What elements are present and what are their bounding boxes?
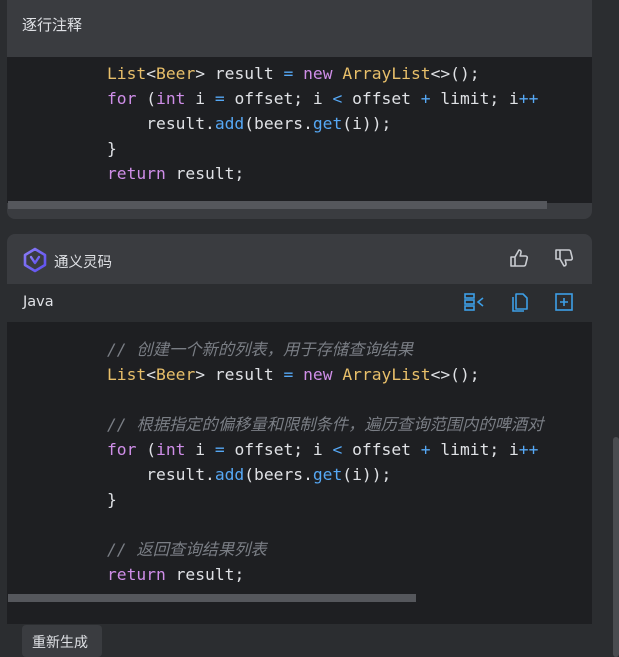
regenerate-label: 重新生成 [32,635,88,651]
code-token: = [283,64,294,83]
code-line: return result; [107,562,244,587]
tongyi-logo-icon [23,247,47,273]
code-token: > [195,64,215,83]
code-token: > [195,365,215,384]
code-token: (i)); [342,114,392,133]
code-token: new [303,365,333,384]
insert-diff-icon[interactable] [463,291,485,313]
code-token: limit; i [430,440,519,459]
code-line: // 根据指定的偏移量和限制条件，遍历查询范围内的啤酒对 [107,412,543,437]
code-token: return [107,164,166,183]
vertical-scrollbar[interactable] [613,437,619,657]
code-line: // 返回查询结果列表 [107,537,267,562]
code-token: ++ [518,89,539,108]
thumbs-down-icon[interactable] [553,247,575,269]
code-token: offset [342,440,421,459]
code-token: List [107,365,147,384]
code-token: ( [136,89,157,108]
code-token: < [146,365,157,384]
code-token: ArrayList [342,64,431,83]
code-token: result [214,365,284,384]
code-token: ArrayList [342,365,431,384]
code-token: = [214,89,225,108]
code-token: offset [342,89,421,108]
code-line: List<Beer> result = new ArrayList<>(); [107,362,480,387]
assistant-header: 通义灵码 [7,234,592,284]
code-token: ++ [518,440,539,459]
code-token: <>(); [430,64,480,83]
code-line: // 创建一个新的列表，用于存储查询结果 [107,337,413,362]
code-toolbar: Java [7,284,592,322]
code-token: for [107,440,137,459]
horizontal-scrollbar[interactable] [8,201,547,209]
code-token: i [185,89,215,108]
code-token: int [156,440,186,459]
code-token: result. [107,114,215,133]
assistant-name: 通义灵码 [54,255,112,271]
code-token: = [283,365,294,384]
code-token: limit; i [430,89,519,108]
code-token: get [312,465,343,484]
code-block[interactable]: // 创建一个新的列表，用于存储查询结果 List<Beer> result = … [7,322,592,604]
code-token: int [156,89,186,108]
code-token: List [107,64,147,83]
code-line: for (int i = offset; i < offset + limit;… [107,437,538,462]
code-token: // 创建一个新的列表，用于存储查询结果 [107,340,414,359]
code-token: Beer [156,365,196,384]
horizontal-scrollbar[interactable] [8,594,416,602]
code-token: offset; i [224,89,333,108]
previous-answer-card: 逐行注释 List<Beer> result = new ArrayList<>… [7,0,592,219]
code-token: result. [107,465,215,484]
code-token: < [332,89,343,108]
assistant-answer-card: 通义灵码 Java // 创建一个新的列表，用于存储查询结果 List<Beer>… [7,234,592,624]
card-title: 逐行注释 [22,16,83,34]
code-token: (beers. [244,465,313,484]
code-token: = [214,440,225,459]
code-token: result; [165,164,245,183]
code-token: result; [165,565,245,584]
code-line: for (int i = offset; i < offset + limit;… [107,86,538,111]
code-token: add [214,465,245,484]
code-token: + [420,440,431,459]
code-token: i [185,440,215,459]
code-line: result.add(beers.get(i)); [107,111,391,136]
code-line: } [107,136,117,161]
code-token: offset; i [224,440,333,459]
code-token: < [146,64,157,83]
card-header: 逐行注释 [7,0,592,56]
language-label: Java [23,294,54,310]
code-line: List<Beer> result = new ArrayList<>(); [107,61,480,86]
code-line: return result; [107,161,244,186]
regenerate-button[interactable]: 重新生成 [22,625,102,657]
insert-file-icon[interactable] [553,291,575,313]
code-token: ( [136,440,157,459]
code-token: < [332,440,343,459]
code-token: // 返回查询结果列表 [107,540,267,559]
code-token: add [214,114,245,133]
code-token: get [312,114,343,133]
thumbs-up-icon[interactable] [508,247,530,269]
code-token: new [303,64,333,83]
code-token: return [107,565,166,584]
code-token: (i)); [342,465,392,484]
code-block[interactable]: List<Beer> result = new ArrayList<>(); fo… [7,57,592,203]
code-line: } [107,487,117,512]
code-token: Beer [156,64,196,83]
code-token: <>(); [430,365,480,384]
code-token: for [107,89,137,108]
code-token: result [214,64,284,83]
code-token: // 根据指定的偏移量和限制条件，遍历查询范围内的啤酒对 [107,415,544,434]
copy-icon[interactable] [508,291,530,313]
code-token: (beers. [244,114,313,133]
code-token: } [107,490,117,509]
code-token: } [107,139,117,158]
code-line: result.add(beers.get(i)); [107,462,391,487]
code-token: + [420,89,431,108]
